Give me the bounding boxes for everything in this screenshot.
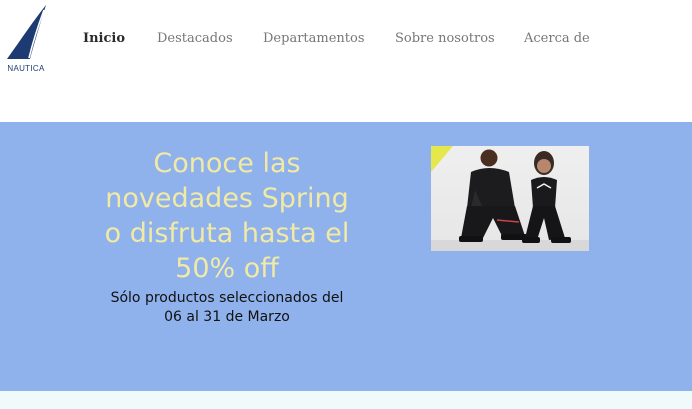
promo-banner: Conoce las novedades Spring o disfruta h…	[0, 122, 692, 391]
nav-item-departamentos[interactable]: Departamentos	[263, 31, 365, 46]
headline-line: Conoce las	[153, 148, 301, 179]
fashion-models-photo[interactable]	[431, 146, 589, 251]
logo-wordmark: NAUTICA	[7, 64, 45, 73]
nav-item-destacados[interactable]: Destacados	[157, 31, 233, 46]
nav-item-inicio[interactable]: Inicio	[83, 31, 125, 46]
nav-item-sobre-nosotros[interactable]: Sobre nosotros	[395, 31, 495, 46]
subline-line: 06 al 31 de Marzo	[164, 309, 290, 325]
promo-subline: Sólo productos seleccionados del 06 al 3…	[77, 289, 377, 327]
promo-headline: Conoce las novedades Spring o disfruta h…	[77, 146, 377, 286]
sail-logo-icon	[7, 5, 46, 59]
subline-line: Sólo productos seleccionados del	[110, 290, 344, 306]
headline-line: o disfruta hasta el	[104, 218, 350, 249]
nav-item-acerca-de[interactable]: Acerca de	[524, 31, 590, 46]
models-illustration	[431, 146, 589, 251]
next-section-strip	[0, 391, 692, 409]
headline-line: novedades Spring	[105, 183, 349, 214]
nautica-logo[interactable]: NAUTICA	[2, 4, 50, 74]
site-header: NAUTICA Inicio Destacados Departamentos …	[0, 0, 692, 122]
headline-line: 50% off	[175, 253, 279, 284]
